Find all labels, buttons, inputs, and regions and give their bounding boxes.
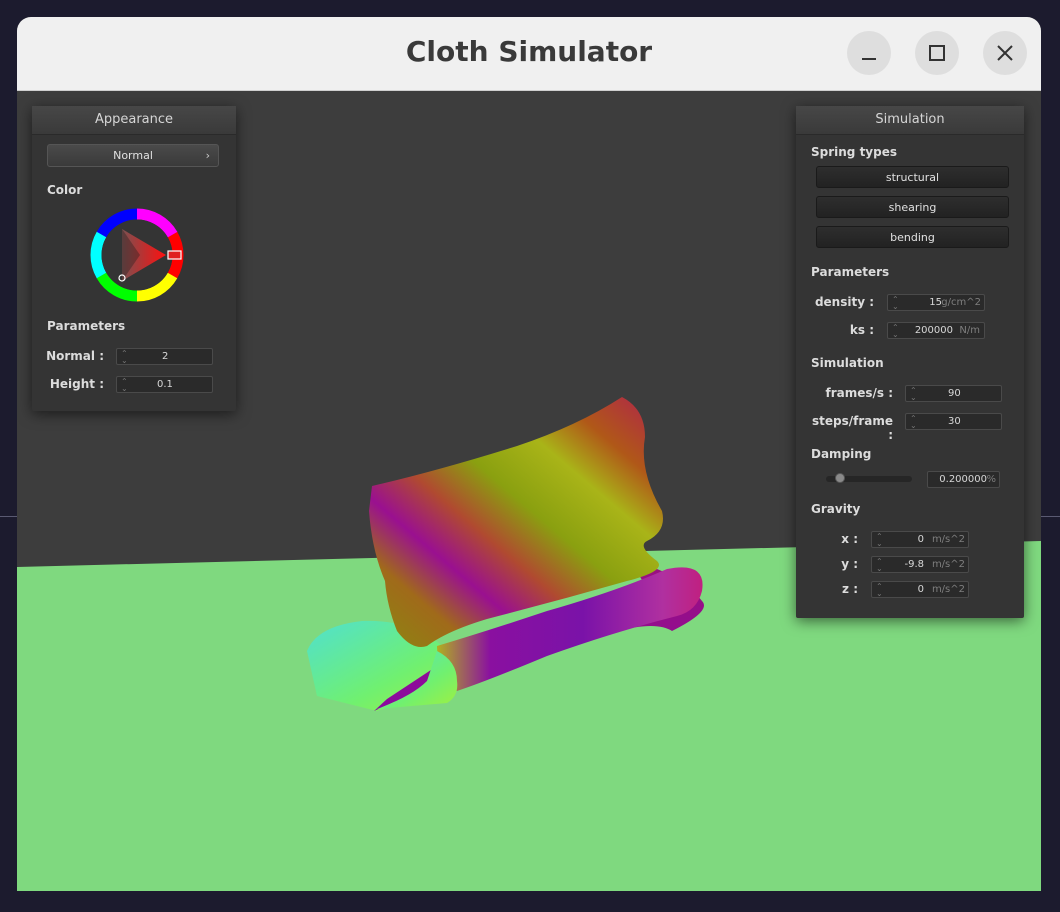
damping-unit: % (986, 474, 996, 485)
ks-unit: N/m (959, 325, 980, 336)
gravity-z-input[interactable]: ⌃ ⌄ 0 m/s^2 (871, 581, 969, 598)
close-button[interactable] (983, 31, 1027, 75)
simulation-panel-title: Simulation (796, 106, 1024, 135)
close-icon (997, 45, 1013, 61)
damping-slider-handle[interactable] (835, 473, 845, 483)
spinner-icon: ⌃ ⌄ (121, 349, 128, 365)
normal-label: Normal : (46, 349, 104, 363)
maximize-button[interactable] (915, 31, 959, 75)
gravity-z-value: 0 (917, 584, 924, 595)
maximize-icon (929, 45, 945, 61)
simulation-parameters-label: Parameters (811, 265, 890, 279)
damping-label: Damping (811, 447, 872, 461)
gravity-x-unit: m/s^2 (931, 534, 965, 545)
gravity-y-value: -9.8 (904, 559, 924, 570)
ks-input[interactable]: ⌃ ⌄ 200000 N/m (887, 322, 985, 339)
steps-per-frame-input[interactable]: ⌃ ⌄ 30 (905, 413, 1002, 430)
minimize-button[interactable] (847, 31, 891, 75)
gravity-x-value: 0 (917, 534, 924, 545)
app-window: Cloth Simulator Appearance Normal › Colo… (17, 17, 1041, 891)
ks-label: ks : (849, 323, 874, 337)
gravity-y-unit: m/s^2 (931, 559, 965, 570)
gravity-y-label: y : (841, 557, 858, 571)
gravity-x-label: x : (841, 532, 858, 546)
density-input[interactable]: ⌃ ⌄ 15 g/cm^2 (887, 294, 985, 311)
gravity-z-unit: m/s^2 (931, 584, 965, 595)
shader-select-value: Normal (113, 149, 153, 162)
bending-button[interactable]: bending (816, 226, 1009, 248)
appearance-panel: Appearance Normal › Color Parameters Nor… (32, 106, 236, 411)
appearance-panel-title: Appearance (32, 106, 236, 135)
frames-per-second-value: 90 (948, 388, 961, 399)
height-value: 0.1 (157, 379, 173, 390)
density-unit: g/cm^2 (941, 297, 981, 308)
frames-per-second-label: frames/s : (825, 386, 893, 400)
normal-value: 2 (162, 351, 169, 362)
appearance-parameters-label: Parameters (47, 319, 126, 333)
damping-input[interactable]: 0.200000 % (927, 471, 1000, 488)
spinner-icon: ⌃ ⌄ (121, 377, 128, 393)
damping-value: 0.200000 (939, 474, 987, 485)
ks-value: 200000 (914, 325, 953, 336)
gravity-label: Gravity (811, 502, 861, 516)
desktop-edge-left (0, 516, 17, 517)
damping-slider[interactable] (826, 473, 912, 483)
structural-button[interactable]: structural (816, 166, 1009, 188)
frames-per-second-input[interactable]: ⌃ ⌄ 90 (905, 385, 1002, 402)
spinner-icon: ⌃ ⌄ (876, 582, 883, 598)
normal-input[interactable]: ⌃ ⌄ 2 (116, 348, 213, 365)
density-value: 15 (929, 297, 942, 308)
gravity-x-input[interactable]: ⌃ ⌄ 0 m/s^2 (871, 531, 969, 548)
shader-select[interactable]: Normal › (47, 144, 219, 167)
height-input[interactable]: ⌃ ⌄ 0.1 (116, 376, 213, 393)
spinner-icon: ⌃ ⌄ (892, 295, 899, 311)
simulation-section-label: Simulation (811, 356, 884, 370)
spring-types-label: Spring types (811, 145, 898, 159)
density-label: density : (814, 295, 874, 309)
color-label: Color (47, 183, 83, 197)
steps-per-frame-value: 30 (948, 416, 961, 427)
spinner-icon: ⌃ ⌄ (910, 386, 917, 402)
gravity-z-label: z : (842, 582, 858, 596)
desktop-edge-right (1041, 516, 1060, 517)
spinner-icon: ⌃ ⌄ (876, 557, 883, 573)
height-label: Height : (49, 377, 104, 391)
minimize-icon (862, 58, 876, 60)
title-bar: Cloth Simulator (17, 17, 1041, 91)
spinner-icon: ⌃ ⌄ (892, 323, 899, 339)
color-wheel[interactable] (90, 208, 184, 302)
spinner-icon: ⌃ ⌄ (876, 532, 883, 548)
chevron-right-icon: › (205, 149, 210, 162)
shearing-button[interactable]: shearing (816, 196, 1009, 218)
gravity-y-input[interactable]: ⌃ ⌄ -9.8 m/s^2 (871, 556, 969, 573)
spinner-icon: ⌃ ⌄ (910, 414, 917, 430)
steps-per-frame-label: steps/frame : (811, 414, 893, 442)
simulation-panel: Simulation Spring types structural shear… (796, 106, 1024, 618)
